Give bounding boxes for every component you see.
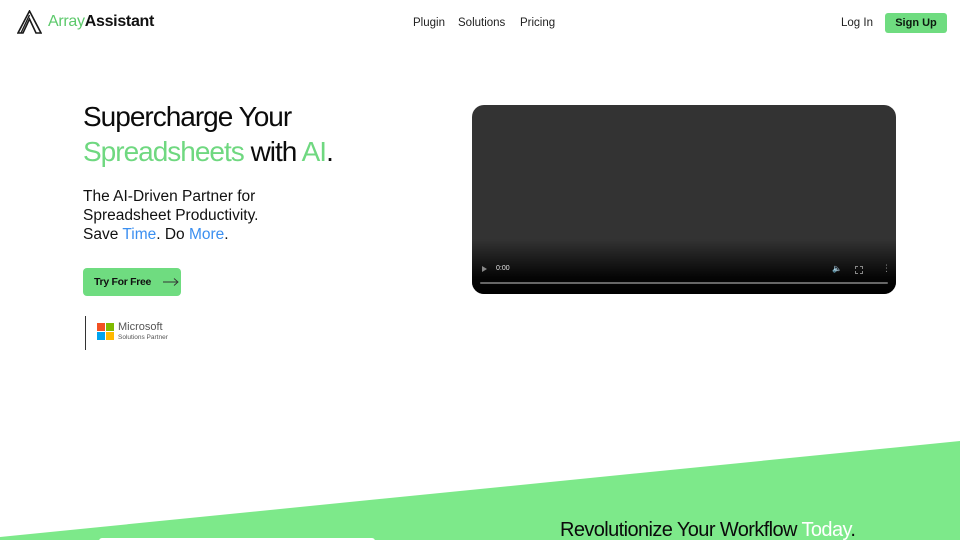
section-title: Revolutionize Your Workflow Today. (560, 519, 856, 542)
login-link[interactable]: Log In (841, 17, 873, 29)
hero-title-period: . (326, 136, 334, 167)
volume-icon[interactable]: 🔈 (832, 264, 842, 273)
hero-sub-more: More (188, 226, 225, 243)
hero-title-spreadsheets: Spreadsheets (83, 136, 245, 167)
hero-sub-do: . Do (156, 226, 189, 243)
microsoft-partner-name: Microsoft (118, 321, 163, 333)
fullscreen-icon[interactable] (855, 266, 863, 274)
arrow-right-icon (163, 278, 179, 286)
try-for-free-button[interactable]: Try For Free (83, 268, 181, 296)
hero-sub-line2: Spreadsheet Productivity. (83, 207, 259, 224)
ms-square-blue (97, 332, 105, 340)
hero-sub-time: Time (122, 226, 157, 243)
microsoft-logo-icon (97, 323, 114, 340)
play-icon[interactable] (482, 266, 487, 272)
hero-sub-end: . (224, 226, 229, 243)
hero-title-with: with (243, 136, 302, 167)
logo-text-array: Array (48, 13, 85, 30)
section-title-today: Today (801, 519, 851, 541)
video-time: 0:00 (496, 265, 510, 272)
site-header: ArrayAssistant Plugin Solutions Pricing … (0, 0, 960, 48)
hero-subtitle: The AI-Driven Partner for Spreadsheet Pr… (83, 187, 258, 244)
signup-button[interactable]: Sign Up (885, 13, 947, 33)
section-title-period: . (850, 519, 856, 541)
nav-pricing[interactable]: Pricing (520, 17, 555, 29)
ms-square-yellow (106, 332, 114, 340)
logo[interactable]: ArrayAssistant (17, 10, 154, 34)
hero-sub-save: Save (83, 226, 123, 243)
logo-text-assistant: Assistant (84, 13, 155, 30)
video-player[interactable]: 0:00 🔈 ⋮ (472, 105, 896, 294)
hero-sub-line1: The AI-Driven Partner for (83, 188, 256, 205)
logo-text: ArrayAssistant (48, 13, 154, 31)
hero-title: Supercharge Your Spreadsheets with AI. (83, 99, 334, 169)
hero-title-line1: Supercharge Your (83, 101, 292, 132)
partner-divider (85, 316, 86, 350)
hero-title-ai: AI (301, 136, 327, 167)
try-for-free-label: Try For Free (94, 276, 152, 288)
video-progress-bar[interactable] (480, 282, 888, 284)
ms-square-green (106, 323, 114, 331)
nav-plugin[interactable]: Plugin (413, 17, 445, 29)
section-title-main: Revolutionize Your Workflow (560, 519, 802, 541)
ms-square-red (97, 323, 105, 331)
microsoft-partner-subtitle: Solutions Partner (118, 334, 168, 341)
array-assistant-logo-icon (17, 10, 42, 34)
nav-solutions[interactable]: Solutions (458, 17, 505, 29)
more-options-icon[interactable]: ⋮ (882, 263, 891, 274)
